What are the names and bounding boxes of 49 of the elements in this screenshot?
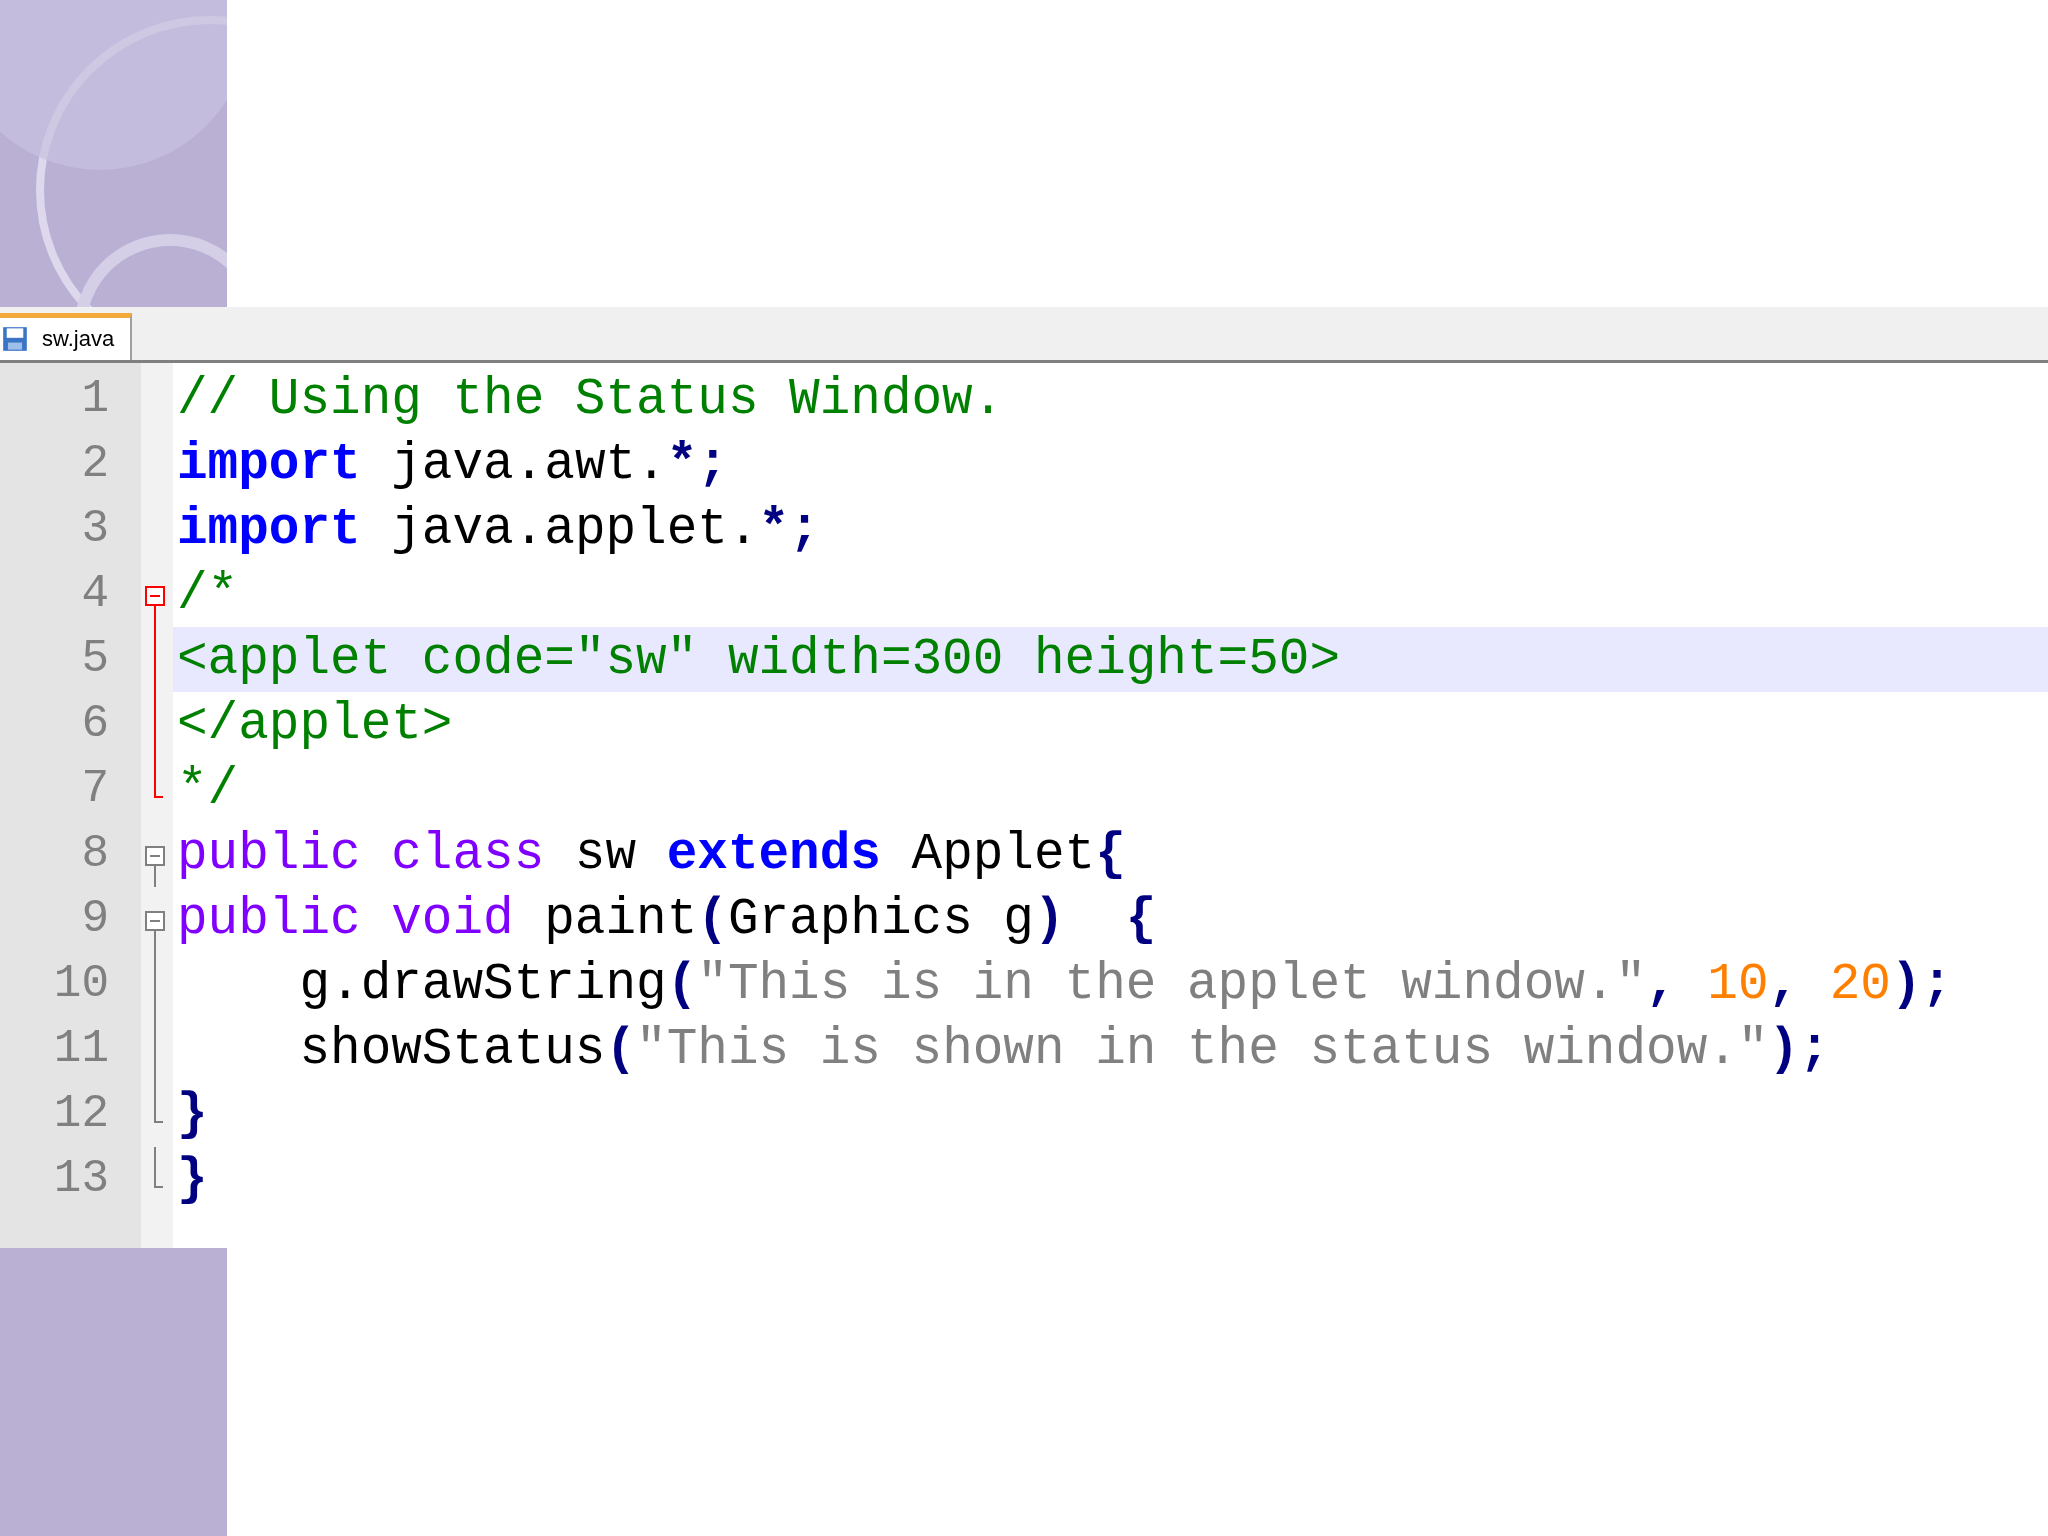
line-number: 13	[52, 1152, 110, 1207]
code-text: java.awt.	[390, 436, 667, 493]
code-type-keyword: public class	[177, 826, 545, 883]
line-number: 10	[52, 957, 110, 1012]
line-number: 1	[80, 372, 110, 427]
code-text: showStatus	[298, 1021, 606, 1078]
code-operator: );	[1890, 956, 1953, 1013]
code-operator: (	[605, 1021, 637, 1078]
code-keyword: extends	[666, 826, 881, 883]
line-number: 12	[52, 1087, 110, 1142]
code-text: Graphics g	[727, 891, 1034, 948]
code-string: "This is in the applet window."	[697, 956, 1647, 1013]
line-number: 2	[80, 437, 110, 492]
code-comment: </applet>	[177, 696, 453, 753]
line-number: 3	[80, 502, 110, 557]
code-operator: ,	[1768, 956, 1801, 1013]
line-number: 6	[80, 697, 110, 752]
code-number: 20	[1829, 956, 1891, 1013]
code-operator: *;	[758, 501, 820, 558]
code-text: paint	[543, 891, 698, 948]
code-number: 10	[1707, 956, 1769, 1013]
code-text: sw	[573, 826, 638, 883]
code-operator: }	[177, 1086, 208, 1143]
code-type-keyword: public void	[177, 891, 514, 948]
code-comment: */	[177, 761, 239, 818]
code-operator: *;	[666, 436, 728, 493]
code-operator: ) {	[1033, 891, 1157, 948]
code-operator: {	[1095, 826, 1126, 883]
line-number: 8	[80, 827, 110, 882]
code-keyword: import	[177, 436, 361, 493]
code-operator: (	[697, 891, 728, 948]
line-number: 4	[80, 567, 110, 622]
file-tab[interactable]: sw.java	[0, 313, 133, 360]
line-number: 11	[52, 1022, 110, 1077]
code-operator: }	[177, 1151, 208, 1208]
line-number: 9	[80, 892, 110, 947]
code-string: "This is shown in the status window."	[636, 1021, 1769, 1078]
code-operator: );	[1768, 1021, 1830, 1078]
code-operator: (	[666, 956, 698, 1013]
code-operator: ,	[1646, 956, 1678, 1013]
code-text: java.applet.	[390, 501, 759, 558]
code-text: Applet	[910, 826, 1096, 883]
code-comment: <applet code="sw" width=300 height=50>	[177, 631, 1340, 688]
line-number: 5	[80, 632, 110, 687]
code-comment: // Using the Status Window.	[177, 371, 1004, 428]
line-number: 7	[80, 762, 110, 817]
code-comment: /*	[177, 566, 239, 623]
code-text: g.drawString	[298, 956, 667, 1013]
code-keyword: import	[177, 501, 361, 558]
